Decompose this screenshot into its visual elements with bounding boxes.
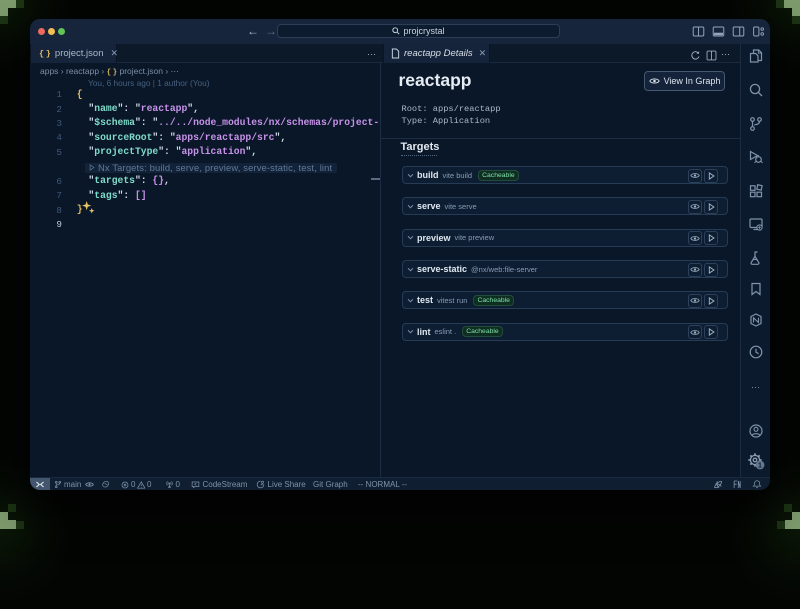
svg-text:1: 1 [758, 463, 762, 470]
